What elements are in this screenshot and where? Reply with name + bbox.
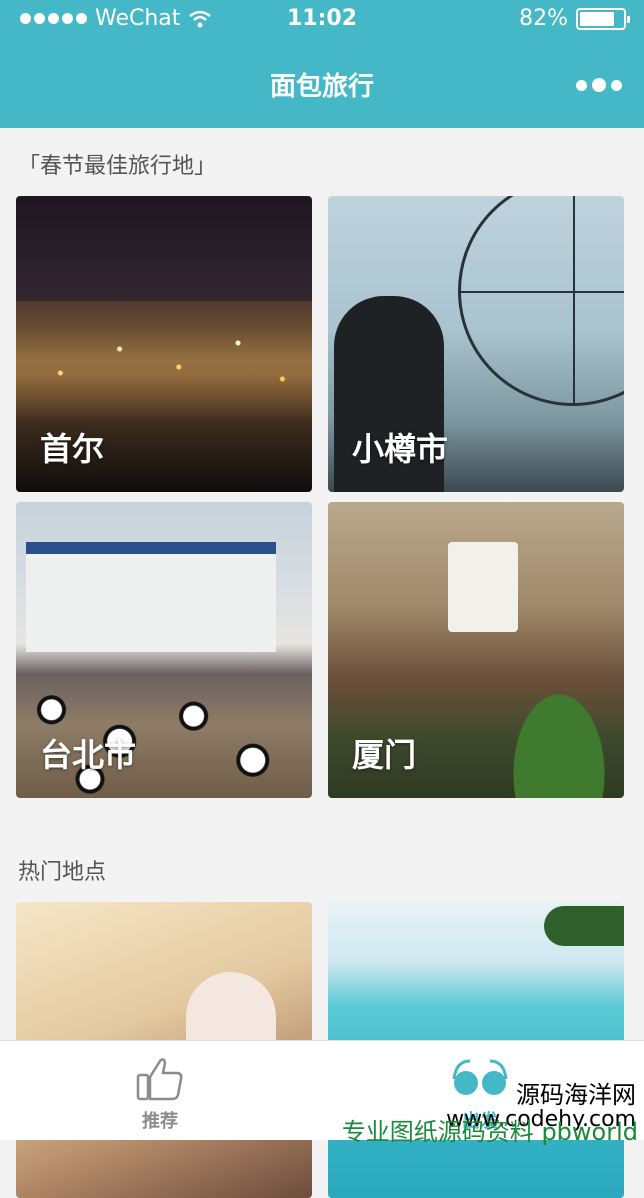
destination-card-otaru[interactable]: 小樽市 <box>328 196 624 492</box>
hot-section-title: 热门地点 <box>18 860 107 885</box>
shop-shirt-image <box>448 542 518 632</box>
status-bar: WeChat 11:02 82% <box>0 0 644 40</box>
watermark-site-name: 源码海洋网 <box>516 1081 636 1109</box>
destination-label: 厦门 <box>352 736 417 774</box>
destination-card-xiamen[interactable]: 厦门 <box>328 502 624 798</box>
navigation-bar: 面包旅行 <box>0 40 644 128</box>
more-menu-icon[interactable] <box>576 78 622 92</box>
battery-group: 82% <box>519 6 630 31</box>
battery-percent: 82% <box>519 6 568 31</box>
plant-image <box>504 678 614 798</box>
festival-section-title: 「春节最佳旅行地」 <box>18 154 217 179</box>
destination-label: 小樽市 <box>352 430 449 468</box>
city-night-image <box>16 301 312 421</box>
watermark-tagline: 专业图纸源码资料 pbworld <box>341 1118 638 1146</box>
memorial-gate-image <box>26 542 276 652</box>
tab-recommend[interactable]: 推荐 <box>100 1053 220 1133</box>
destination-card-seoul[interactable]: 首尔 <box>16 196 312 492</box>
thumbs-up-icon <box>136 1058 183 1101</box>
page-title: 面包旅行 <box>269 72 374 102</box>
destination-card-taipei[interactable]: 台北市 <box>16 502 312 798</box>
battery-fill <box>580 11 615 26</box>
tab-recommend-label: 推荐 <box>142 1111 178 1132</box>
destination-label: 首尔 <box>40 430 105 468</box>
destination-label: 台北市 <box>40 736 137 774</box>
island-image <box>544 906 624 946</box>
battery-icon <box>576 7 630 30</box>
ferris-wheel-image <box>458 196 624 406</box>
